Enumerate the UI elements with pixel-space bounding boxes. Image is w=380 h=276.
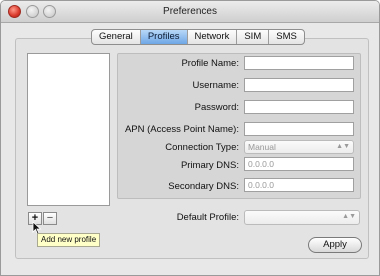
primary-dns-label: Primary DNS:: [180, 160, 239, 171]
default-profile-label: Default Profile:: [176, 212, 239, 223]
preferences-window: Preferences General Profiles Network SIM…: [0, 0, 380, 276]
connection-type-value: Manual: [248, 142, 276, 152]
profile-list[interactable]: [27, 53, 110, 206]
profile-name-field[interactable]: [244, 56, 354, 70]
tab-sim[interactable]: SIM: [237, 30, 270, 44]
tab-profiles[interactable]: Profiles: [140, 30, 188, 44]
secondary-dns-field[interactable]: 0.0.0.0: [244, 178, 354, 192]
default-profile-select[interactable]: ▲▼: [244, 210, 360, 225]
username-field[interactable]: [244, 78, 354, 92]
apn-label: APN (Access Point Name):: [124, 124, 239, 135]
primary-dns-field[interactable]: 0.0.0.0: [244, 157, 354, 171]
remove-profile-button[interactable]: −: [43, 212, 57, 225]
secondary-dns-label: Secondary DNS:: [168, 181, 239, 192]
profile-name-label: Profile Name:: [181, 58, 239, 69]
tab-sms[interactable]: SMS: [269, 30, 304, 44]
up-down-arrows-icon: ▲▼: [342, 213, 356, 220]
add-profile-tooltip: Add new profile: [37, 233, 101, 247]
connection-type-select[interactable]: Manual ▲▼: [244, 140, 354, 154]
window-title: Preferences: [163, 6, 217, 17]
title-bar: Preferences: [1, 1, 379, 23]
apn-field[interactable]: [244, 122, 354, 136]
password-field[interactable]: [244, 100, 354, 114]
tab-general[interactable]: General: [92, 30, 141, 44]
password-label: Password:: [194, 102, 239, 113]
connection-type-label: Connection Type:: [165, 142, 239, 153]
up-down-arrows-icon: ▲▼: [336, 143, 350, 150]
tab-bar: General Profiles Network SIM SMS: [91, 29, 305, 45]
apply-button[interactable]: Apply: [308, 237, 362, 253]
tab-network[interactable]: Network: [188, 30, 238, 44]
username-label: Username:: [192, 80, 239, 91]
